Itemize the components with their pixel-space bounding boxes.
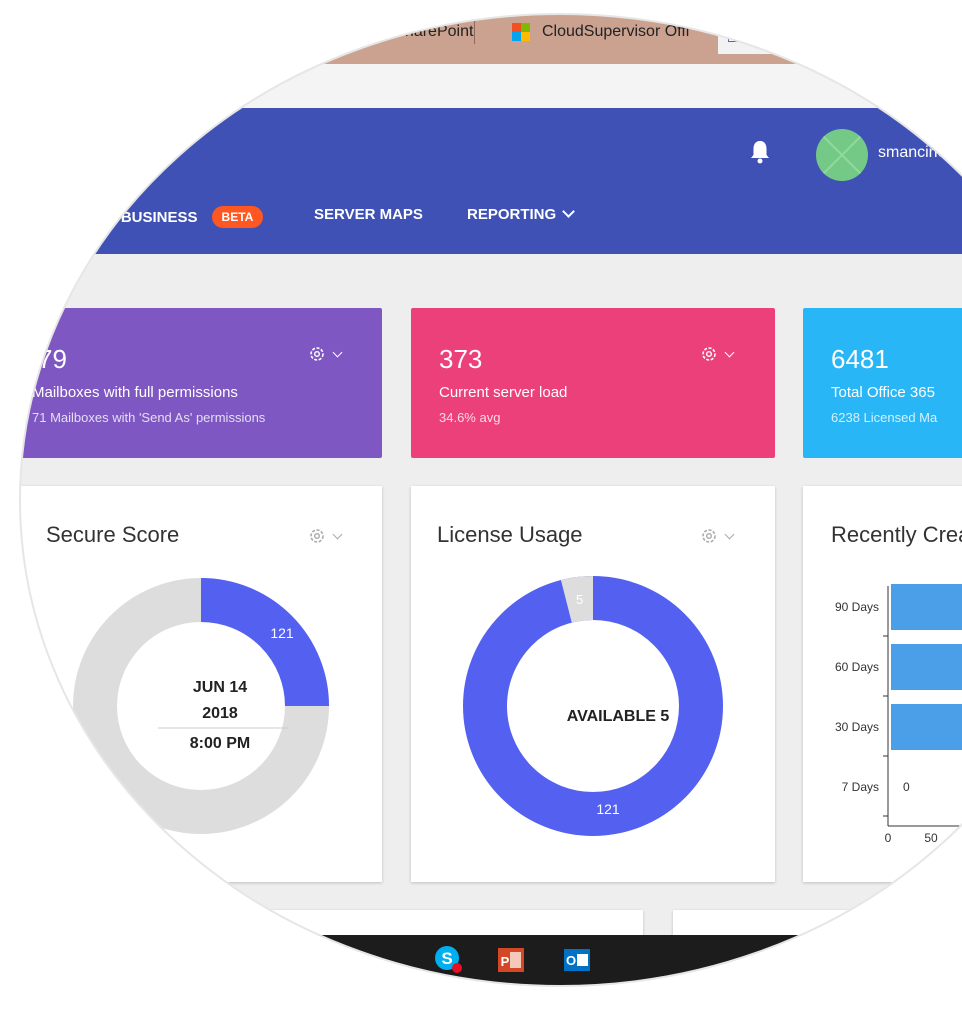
gear-icon xyxy=(310,347,324,361)
username[interactable]: smancinell xyxy=(878,144,954,162)
nav-server-maps-label: SERVER MAPS xyxy=(314,206,423,223)
active-app-indicator xyxy=(552,991,602,994)
segment-label: 121 xyxy=(270,625,294,641)
tab-label: Office 365 Dashb xyxy=(756,23,880,40)
tab-label: CloudSupervisor Offi xyxy=(542,23,690,40)
avatar[interactable] xyxy=(816,129,868,181)
chevron-down-icon xyxy=(724,529,735,539)
panel-title: License Usage xyxy=(437,522,583,547)
nav-skype-for-business[interactable]: KYPE FOR BUSINESS BETA xyxy=(40,206,264,228)
center-year: 2018 xyxy=(202,705,238,722)
tab-label: ClearBox SharePoint xyxy=(324,23,474,40)
x-tick-label: 50 xyxy=(924,831,938,845)
tab-label: definition - xyxy=(168,23,242,40)
app-header: smancinell KYPE FOR BUSINESS BETA SERVER… xyxy=(0,108,962,254)
chevron-down-icon xyxy=(332,529,343,539)
stat-number: 6481 xyxy=(831,344,889,374)
microsoft-icon xyxy=(512,23,530,41)
nav-skype-label: KYPE FOR BUSINESS xyxy=(40,208,198,226)
nav-reporting-label: REPORTING xyxy=(467,206,557,223)
stat-title: Mailboxes with full permissions xyxy=(32,384,238,401)
segment-label-available: 5 xyxy=(576,592,583,607)
center-time: 8:00 PM xyxy=(190,735,250,752)
gear-icon xyxy=(310,529,324,543)
panel-title: Recently Crea xyxy=(831,522,962,547)
card-settings-menu[interactable] xyxy=(307,344,343,364)
panel-title: Secure Score xyxy=(46,522,180,547)
gear-icon xyxy=(702,347,716,361)
chevron-down-icon xyxy=(724,347,735,357)
nav-reporting[interactable]: REPORTING xyxy=(467,205,576,223)
address-bar xyxy=(0,64,962,109)
y-tick-label: 7 Days xyxy=(842,780,879,794)
stat-card-total-office365: 6481 Total Office 365 6238 Licensed Ma xyxy=(803,308,962,458)
center-label: AVAILABLE 5 xyxy=(567,708,670,725)
tab-clearbox-sharepoint[interactable]: ClearBox SharePoint xyxy=(294,12,476,52)
donut-segment-used xyxy=(463,576,723,836)
new-tab-button[interactable]: + xyxy=(944,14,959,45)
browser-tab-bar: definition - ClearBox SharePoint CloudSu… xyxy=(0,0,962,64)
card-settings-menu[interactable] xyxy=(307,526,343,546)
bell-icon[interactable] xyxy=(749,138,771,164)
gear-icon xyxy=(702,529,716,543)
stat-subtitle: 6238 Licensed Ma xyxy=(831,410,938,425)
stat-title: Current server load xyxy=(439,384,568,401)
beta-badge: BETA xyxy=(211,206,264,228)
bar[interactable] xyxy=(891,584,962,630)
stat-subtitle: 34.6% avg xyxy=(439,410,501,425)
svg-text:O: O xyxy=(566,953,576,968)
y-tick-label: 60 Days xyxy=(835,660,879,674)
tab-office365-dashboard[interactable]: Office 365 Dashb × xyxy=(718,10,916,54)
svg-text:P: P xyxy=(501,954,510,969)
close-tab-icon[interactable]: × xyxy=(895,22,906,43)
segment-label-used: 121 xyxy=(596,801,620,817)
tab-separator xyxy=(474,20,476,44)
stat-card-mailboxes: 79 Mailboxes with full permissions 71 Ma… xyxy=(20,308,382,458)
license-usage-panel: License Usage 5 AVAILABLE 5 121 xyxy=(411,486,775,882)
chevron-down-icon xyxy=(332,347,343,357)
window-accent xyxy=(0,0,168,42)
screenshot-frame: definition - ClearBox SharePoint CloudSu… xyxy=(0,0,962,1013)
nav-server-maps[interactable]: SERVER MAPS xyxy=(314,206,423,223)
windows-taskbar: S P O xyxy=(0,935,962,995)
center-date: JUN 14 xyxy=(193,679,247,696)
dashboard: 79 Mailboxes with full permissions 71 Ma… xyxy=(0,254,962,1013)
recently-created-panel: Recently Crea 90 Days 60 Days 30 Days 7 Day… xyxy=(803,486,962,882)
reading-view-icon[interactable] xyxy=(934,78,952,93)
x-tick-label: 0 xyxy=(885,831,892,845)
tab-separator xyxy=(242,20,244,44)
bar[interactable] xyxy=(891,704,962,750)
stat-number: 373 xyxy=(439,344,483,374)
secure-score-panel: Secure Score 121 JUN 14 2018 8:00 PM xyxy=(20,486,382,882)
bar-value-label: 0 xyxy=(903,780,910,794)
secure-score-donut: 121 JUN 14 2018 8:00 PM xyxy=(73,578,329,834)
page-icon xyxy=(728,22,744,42)
y-tick-label: 30 Days xyxy=(835,720,879,734)
tab-cloudsupervisor[interactable]: CloudSupervisor Offi xyxy=(512,12,689,52)
stat-number: 79 xyxy=(38,344,67,374)
y-tick-label: 90 Days xyxy=(835,600,879,614)
stat-card-server-load: 373 Current server load 34.6% avg xyxy=(411,308,775,458)
license-usage-donut: 5 AVAILABLE 5 121 xyxy=(463,576,723,836)
powerpoint-icon[interactable]: P xyxy=(496,945,526,975)
card-settings-menu[interactable] xyxy=(699,344,735,364)
sharepoint-icon xyxy=(294,23,312,41)
svg-text:S: S xyxy=(441,949,452,968)
recently-created-bar-chart: 90 Days 60 Days 30 Days 7 Days 0 0 50 xyxy=(835,584,962,845)
card-settings-menu[interactable] xyxy=(699,526,735,546)
bar[interactable] xyxy=(891,644,962,690)
stat-title: Total Office 365 xyxy=(831,384,935,401)
skype-icon[interactable]: S xyxy=(434,945,464,975)
outlook-icon[interactable]: O xyxy=(562,945,592,975)
chevron-down-icon xyxy=(562,205,576,218)
stat-subtitle: 71 Mailboxes with 'Send As' permissions xyxy=(32,410,266,425)
tab-definition[interactable]: definition - xyxy=(168,12,244,52)
